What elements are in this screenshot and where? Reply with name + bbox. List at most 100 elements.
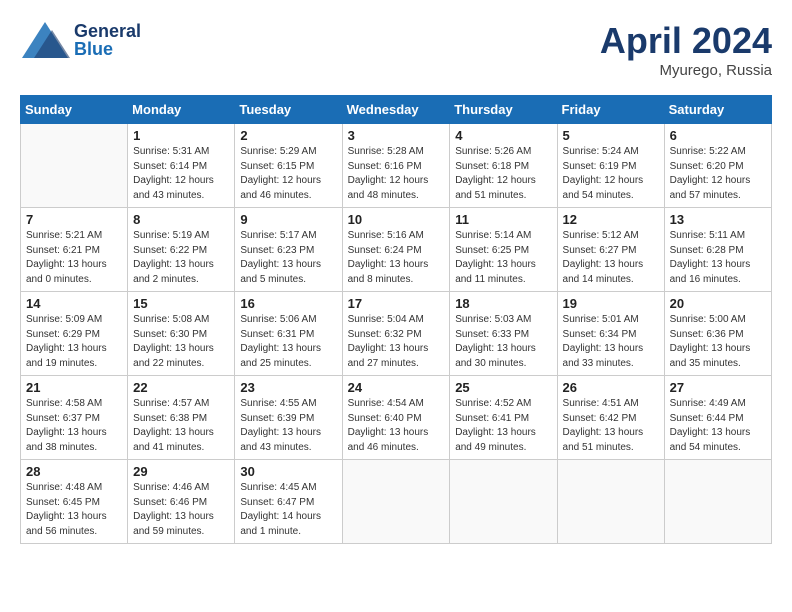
calendar-cell: 13 Sunrise: 5:11 AMSunset: 6:28 PMDayligh… bbox=[664, 208, 771, 292]
day-number: 11 bbox=[455, 212, 551, 227]
title-block: April 2024 Myurego, Russia bbox=[600, 20, 772, 79]
day-number: 28 bbox=[26, 464, 122, 479]
day-number: 20 bbox=[670, 296, 766, 311]
day-info: Sunrise: 5:12 AMSunset: 6:27 PMDaylight:… bbox=[563, 229, 659, 287]
calendar-week-5: 28 Sunrise: 4:48 AMSunset: 6:45 PMDayligh… bbox=[21, 460, 772, 544]
calendar-cell: 15 Sunrise: 5:08 AMSunset: 6:30 PMDayligh… bbox=[128, 292, 235, 376]
day-number: 22 bbox=[133, 380, 229, 395]
calendar-header-saturday: Saturday bbox=[664, 96, 771, 124]
day-info: Sunrise: 4:55 AMSunset: 6:39 PMDaylight:… bbox=[240, 397, 336, 455]
day-number: 14 bbox=[26, 296, 122, 311]
day-info: Sunrise: 5:22 AMSunset: 6:20 PMDaylight:… bbox=[670, 145, 766, 203]
logo-general: General bbox=[74, 22, 141, 40]
calendar-cell: 10Sunrise: 5:16 AMSunset: 6:24 PMDayligh… bbox=[342, 208, 450, 292]
day-number: 6 bbox=[670, 128, 766, 143]
day-info: Sunrise: 5:19 AMSunset: 6:22 PMDaylight:… bbox=[133, 229, 229, 287]
day-info: Sunrise: 5:24 AMSunset: 6:19 PMDaylight:… bbox=[563, 145, 659, 203]
day-number: 23 bbox=[240, 380, 336, 395]
calendar-cell: 12 Sunrise: 5:12 AMSunset: 6:27 PMDayligh… bbox=[557, 208, 664, 292]
day-number: 24 bbox=[348, 380, 445, 395]
day-number: 15 bbox=[133, 296, 229, 311]
calendar-cell: 26Sunrise: 4:51 AMSunset: 6:42 PMDayligh… bbox=[557, 376, 664, 460]
day-info: Sunrise: 4:45 AMSunset: 6:47 PMDaylight:… bbox=[240, 481, 336, 539]
calendar-cell bbox=[21, 124, 128, 208]
calendar-week-3: 14Sunrise: 5:09 AMSunset: 6:29 PMDayligh… bbox=[21, 292, 772, 376]
calendar-cell: 3 Sunrise: 5:28 AMSunset: 6:16 PMDaylight… bbox=[342, 124, 450, 208]
logo-icon bbox=[20, 20, 70, 60]
day-number: 25 bbox=[455, 380, 551, 395]
day-number: 18 bbox=[455, 296, 551, 311]
day-info: Sunrise: 4:49 AMSunset: 6:44 PMDaylight:… bbox=[670, 397, 766, 455]
day-number: 19 bbox=[563, 296, 659, 311]
day-number: 26 bbox=[563, 380, 659, 395]
calendar-cell: 18 Sunrise: 5:03 AMSunset: 6:33 PMDayligh… bbox=[450, 292, 557, 376]
day-info: Sunrise: 5:03 AMSunset: 6:33 PMDaylight:… bbox=[455, 313, 551, 371]
calendar-header-tuesday: Tuesday bbox=[235, 96, 342, 124]
calendar-cell: 27 Sunrise: 4:49 AMSunset: 6:44 PMDayligh… bbox=[664, 376, 771, 460]
calendar-cell: 16Sunrise: 5:06 AMSunset: 6:31 PMDayligh… bbox=[235, 292, 342, 376]
calendar-header-monday: Monday bbox=[128, 96, 235, 124]
calendar-cell: 9Sunrise: 5:17 AMSunset: 6:23 PMDaylight… bbox=[235, 208, 342, 292]
day-info: Sunrise: 5:14 AMSunset: 6:25 PMDaylight:… bbox=[455, 229, 551, 287]
day-number: 4 bbox=[455, 128, 551, 143]
calendar-cell: 24 Sunrise: 4:54 AMSunset: 6:40 PMDayligh… bbox=[342, 376, 450, 460]
day-number: 1 bbox=[133, 128, 229, 143]
calendar-cell: 6 Sunrise: 5:22 AMSunset: 6:20 PMDaylight… bbox=[664, 124, 771, 208]
day-info: Sunrise: 5:06 AMSunset: 6:31 PMDaylight:… bbox=[240, 313, 336, 371]
day-info: Sunrise: 5:28 AMSunset: 6:16 PMDaylight:… bbox=[348, 145, 445, 203]
calendar-week-1: 1Sunrise: 5:31 AMSunset: 6:14 PMDaylight… bbox=[21, 124, 772, 208]
day-number: 12 bbox=[563, 212, 659, 227]
day-info: Sunrise: 5:00 AMSunset: 6:36 PMDaylight:… bbox=[670, 313, 766, 371]
day-info: Sunrise: 4:48 AMSunset: 6:45 PMDaylight:… bbox=[26, 481, 122, 539]
day-number: 13 bbox=[670, 212, 766, 227]
day-info: Sunrise: 5:17 AMSunset: 6:23 PMDaylight:… bbox=[240, 229, 336, 287]
logo: General Blue bbox=[20, 20, 141, 60]
calendar-cell: 7Sunrise: 5:21 AMSunset: 6:21 PMDaylight… bbox=[21, 208, 128, 292]
calendar-header-friday: Friday bbox=[557, 96, 664, 124]
day-number: 27 bbox=[670, 380, 766, 395]
day-number: 8 bbox=[133, 212, 229, 227]
day-info: Sunrise: 5:29 AMSunset: 6:15 PMDaylight:… bbox=[240, 145, 336, 203]
day-info: Sunrise: 4:58 AMSunset: 6:37 PMDaylight:… bbox=[26, 397, 122, 455]
calendar-cell: 19 Sunrise: 5:01 AMSunset: 6:34 PMDayligh… bbox=[557, 292, 664, 376]
day-info: Sunrise: 4:57 AMSunset: 6:38 PMDaylight:… bbox=[133, 397, 229, 455]
calendar-week-2: 7Sunrise: 5:21 AMSunset: 6:21 PMDaylight… bbox=[21, 208, 772, 292]
calendar-cell: 21 Sunrise: 4:58 AMSunset: 6:37 PMDayligh… bbox=[21, 376, 128, 460]
day-number: 2 bbox=[240, 128, 336, 143]
calendar-cell: 5Sunrise: 5:24 AMSunset: 6:19 PMDaylight… bbox=[557, 124, 664, 208]
calendar-cell: 30Sunrise: 4:45 AMSunset: 6:47 PMDayligh… bbox=[235, 460, 342, 544]
calendar-cell: 29 Sunrise: 4:46 AMSunset: 6:46 PMDayligh… bbox=[128, 460, 235, 544]
day-info: Sunrise: 4:46 AMSunset: 6:46 PMDaylight:… bbox=[133, 481, 229, 539]
page-header: General Blue April 2024 Myurego, Russia bbox=[20, 20, 772, 79]
calendar-cell: 20 Sunrise: 5:00 AMSunset: 6:36 PMDayligh… bbox=[664, 292, 771, 376]
calendar-cell: 17 Sunrise: 5:04 AMSunset: 6:32 PMDayligh… bbox=[342, 292, 450, 376]
day-info: Sunrise: 5:11 AMSunset: 6:28 PMDaylight:… bbox=[670, 229, 766, 287]
calendar-header-wednesday: Wednesday bbox=[342, 96, 450, 124]
calendar-cell bbox=[342, 460, 450, 544]
calendar-cell: 28 Sunrise: 4:48 AMSunset: 6:45 PMDayligh… bbox=[21, 460, 128, 544]
day-number: 29 bbox=[133, 464, 229, 479]
logo-blue: Blue bbox=[74, 40, 141, 58]
day-info: Sunrise: 5:26 AMSunset: 6:18 PMDaylight:… bbox=[455, 145, 551, 203]
calendar-cell: 8 Sunrise: 5:19 AMSunset: 6:22 PMDaylight… bbox=[128, 208, 235, 292]
day-info: Sunrise: 5:08 AMSunset: 6:30 PMDaylight:… bbox=[133, 313, 229, 371]
day-info: Sunrise: 4:52 AMSunset: 6:41 PMDaylight:… bbox=[455, 397, 551, 455]
day-info: Sunrise: 5:21 AMSunset: 6:21 PMDaylight:… bbox=[26, 229, 122, 287]
day-number: 17 bbox=[348, 296, 445, 311]
day-number: 21 bbox=[26, 380, 122, 395]
calendar-cell bbox=[557, 460, 664, 544]
calendar-cell: 11 Sunrise: 5:14 AMSunset: 6:25 PMDayligh… bbox=[450, 208, 557, 292]
month-year: April 2024 bbox=[600, 20, 772, 62]
day-info: Sunrise: 5:01 AMSunset: 6:34 PMDaylight:… bbox=[563, 313, 659, 371]
day-info: Sunrise: 5:16 AMSunset: 6:24 PMDaylight:… bbox=[348, 229, 445, 287]
calendar-cell: 4 Sunrise: 5:26 AMSunset: 6:18 PMDaylight… bbox=[450, 124, 557, 208]
location: Myurego, Russia bbox=[600, 62, 772, 79]
calendar-cell: 14Sunrise: 5:09 AMSunset: 6:29 PMDayligh… bbox=[21, 292, 128, 376]
day-info: Sunrise: 4:54 AMSunset: 6:40 PMDaylight:… bbox=[348, 397, 445, 455]
day-info: Sunrise: 5:04 AMSunset: 6:32 PMDaylight:… bbox=[348, 313, 445, 371]
calendar-cell: 22 Sunrise: 4:57 AMSunset: 6:38 PMDayligh… bbox=[128, 376, 235, 460]
calendar-header-sunday: Sunday bbox=[21, 96, 128, 124]
calendar-week-4: 21 Sunrise: 4:58 AMSunset: 6:37 PMDayligh… bbox=[21, 376, 772, 460]
calendar-cell: 25 Sunrise: 4:52 AMSunset: 6:41 PMDayligh… bbox=[450, 376, 557, 460]
day-number: 3 bbox=[348, 128, 445, 143]
